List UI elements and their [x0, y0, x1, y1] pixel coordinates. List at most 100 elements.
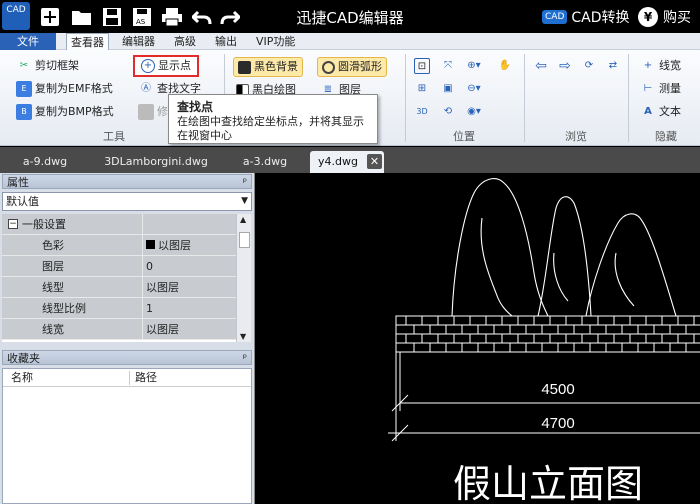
scroll-thumb[interactable]: [239, 232, 250, 248]
hide-group-label: 隐藏: [655, 130, 677, 143]
column-path[interactable]: 路径: [135, 369, 157, 387]
show-point-button[interactable]: + 显示点: [133, 55, 199, 77]
copy-bmp-label: 复制为BMP格式: [35, 105, 114, 118]
prop-value: 以图层: [142, 319, 236, 340]
tab-a-3[interactable]: a-3.dwg: [230, 151, 300, 173]
smooth-arc-label: 圆滑弧形: [338, 60, 382, 73]
position-group-label: 位置: [453, 130, 475, 143]
buy-button[interactable]: ¥ 购买: [638, 5, 691, 29]
favorites-header: 收藏夹 ᵖ: [2, 350, 252, 365]
zoom-window-icon[interactable]: ⊡: [414, 56, 430, 76]
smooth-arc-toggle[interactable]: 圆滑弧形: [317, 57, 387, 77]
prop-row-color[interactable]: 色彩 以图层: [2, 235, 236, 256]
rockery-outline: [451, 178, 677, 317]
rotate-3d-icon[interactable]: 3D: [414, 102, 430, 122]
ribbon-separator: [405, 54, 406, 142]
clip-frame-label: 剪切框架: [35, 59, 79, 72]
trim-button[interactable]: 修: [138, 102, 168, 122]
tab-3dlamborgini[interactable]: 3DLamborgini.dwg: [96, 151, 216, 173]
menu-bar: 文件 查看器 编辑器 高级 输出 VIP功能: [0, 33, 700, 50]
tab-a-9[interactable]: a-9.dwg: [10, 151, 80, 173]
arrow-right-icon[interactable]: ⇨: [557, 56, 573, 76]
prop-value-text: 以图层: [158, 239, 191, 252]
column-divider: [129, 371, 130, 385]
close-tab-icon[interactable]: ✕: [367, 154, 382, 169]
favorites-column-headers: 名称 路径: [3, 369, 251, 387]
pin-icon[interactable]: ᵖ: [243, 175, 247, 190]
copy-emf-label: 复制为EMF格式: [35, 82, 113, 95]
general-settings-section[interactable]: − 一般设置: [2, 214, 236, 235]
title-bar: CAD AS 迅捷CAD编辑器 CAD CAD转换 ¥ 购买: [0, 0, 700, 33]
view-options-icon[interactable]: ◉▾: [466, 102, 482, 122]
prop-row-linetype[interactable]: 线型 以图层: [2, 277, 236, 298]
scroll-up-icon[interactable]: ▲: [240, 215, 246, 224]
prop-row-linetype-scale[interactable]: 线型比例 1: [2, 298, 236, 319]
menu-editor[interactable]: 编辑器: [118, 33, 159, 50]
flip-view-icon[interactable]: ⇄: [605, 56, 621, 76]
cad-drawing: 4500 4700 假山立面图: [388, 178, 700, 504]
line-width-label: 线宽: [659, 59, 681, 72]
cad-convert-button[interactable]: CAD CAD转换: [542, 5, 630, 29]
zoom-in-icon[interactable]: ⊕▾: [466, 56, 482, 76]
fit-window-icon[interactable]: ▣: [440, 79, 456, 99]
pin-icon[interactable]: ᵖ: [243, 351, 247, 366]
menu-viewer[interactable]: 查看器: [66, 33, 109, 50]
properties-scrollbar[interactable]: ▲ ▼: [236, 214, 251, 342]
text-icon: A: [644, 106, 652, 117]
ribbon-separator: [628, 54, 629, 142]
rotate-view-icon[interactable]: ⟳: [581, 56, 597, 76]
arrow-left-icon[interactable]: ⇦: [533, 56, 549, 76]
properties-preset-value: 默认值: [6, 195, 39, 208]
measure-button[interactable]: ⊢ 测量: [640, 79, 681, 99]
prop-key: 线型比例: [2, 298, 142, 319]
tab-y4[interactable]: y4.dwg ✕: [310, 151, 384, 173]
copy-bmp-button[interactable]: B 复制为BMP格式: [16, 102, 114, 122]
prop-row-linewidth[interactable]: 线宽 以图层: [2, 319, 236, 340]
menu-vip[interactable]: VIP功能: [252, 33, 299, 50]
color-swatch-icon: [146, 240, 155, 249]
drawing-canvas[interactable]: 4500 4700 假山立面图: [256, 173, 700, 504]
cad-convert-label: CAD转换: [571, 10, 630, 26]
clip-frame-button[interactable]: ✂ 剪切框架: [16, 56, 79, 76]
orbit-icon[interactable]: ⟲: [440, 102, 456, 122]
properties-header: 属性 ᵖ: [2, 174, 252, 189]
find-text-icon: Ⓐ: [141, 83, 151, 94]
line-width-icon: +: [643, 60, 653, 71]
prop-key: 线宽: [2, 319, 142, 340]
text-button[interactable]: A 文本: [640, 102, 681, 122]
column-name[interactable]: 名称: [11, 369, 33, 387]
tools-group-label: 工具: [103, 130, 125, 143]
properties-grid: − 一般设置 色彩 以图层 图层 0 线型 以图层 线型比例 1 线宽 以图层: [2, 214, 236, 342]
bmp-icon: B: [16, 104, 32, 120]
tooltip-body: 在绘图中查找给定坐标点，并将其显示在视窗中心: [177, 115, 364, 142]
pan-hand-icon[interactable]: ✋: [497, 56, 513, 76]
arc-icon: [322, 60, 335, 74]
show-point-tooltip: 查找点 在绘图中查找给定坐标点，并将其显示在视窗中心: [168, 94, 378, 144]
favorites-table: 名称 路径: [2, 368, 252, 504]
tab-y4-label: y4.dwg: [318, 155, 358, 168]
menu-output[interactable]: 输出: [211, 33, 241, 50]
line-width-button[interactable]: + 线宽: [640, 56, 681, 76]
dimension-4700: 4700: [541, 415, 574, 432]
scroll-down-icon[interactable]: ▼: [240, 332, 246, 341]
left-panel: 属性 ᵖ 默认值 ▼ − 一般设置 色彩 以图层 图层 0 线型 以图层 线型比…: [0, 173, 255, 504]
properties-title: 属性: [7, 176, 29, 189]
zoom-previous-icon[interactable]: ⊞: [414, 79, 430, 99]
black-background-icon: [238, 60, 251, 74]
tooltip-title: 查找点: [177, 100, 214, 114]
measure-icon: ⊢: [643, 83, 653, 94]
prop-row-layer[interactable]: 图层 0: [2, 256, 236, 277]
prop-key: 色彩: [2, 235, 142, 256]
copy-emf-button[interactable]: E 复制为EMF格式: [16, 79, 113, 99]
menu-file[interactable]: 文件: [0, 33, 56, 50]
black-background-toggle[interactable]: 黑色背景: [233, 57, 303, 77]
emf-icon: E: [16, 81, 32, 97]
chevron-down-icon: ▼: [241, 196, 248, 206]
zoom-out-icon[interactable]: ⊖▾: [466, 79, 482, 99]
properties-preset-select[interactable]: 默认值 ▼: [2, 192, 252, 211]
crosshair-icon: +: [141, 59, 155, 73]
collapse-icon[interactable]: −: [8, 219, 18, 229]
zoom-extents-icon[interactable]: ⤧: [440, 56, 456, 76]
menu-advanced[interactable]: 高级: [170, 33, 200, 50]
scissors-icon: ✂: [19, 60, 29, 71]
